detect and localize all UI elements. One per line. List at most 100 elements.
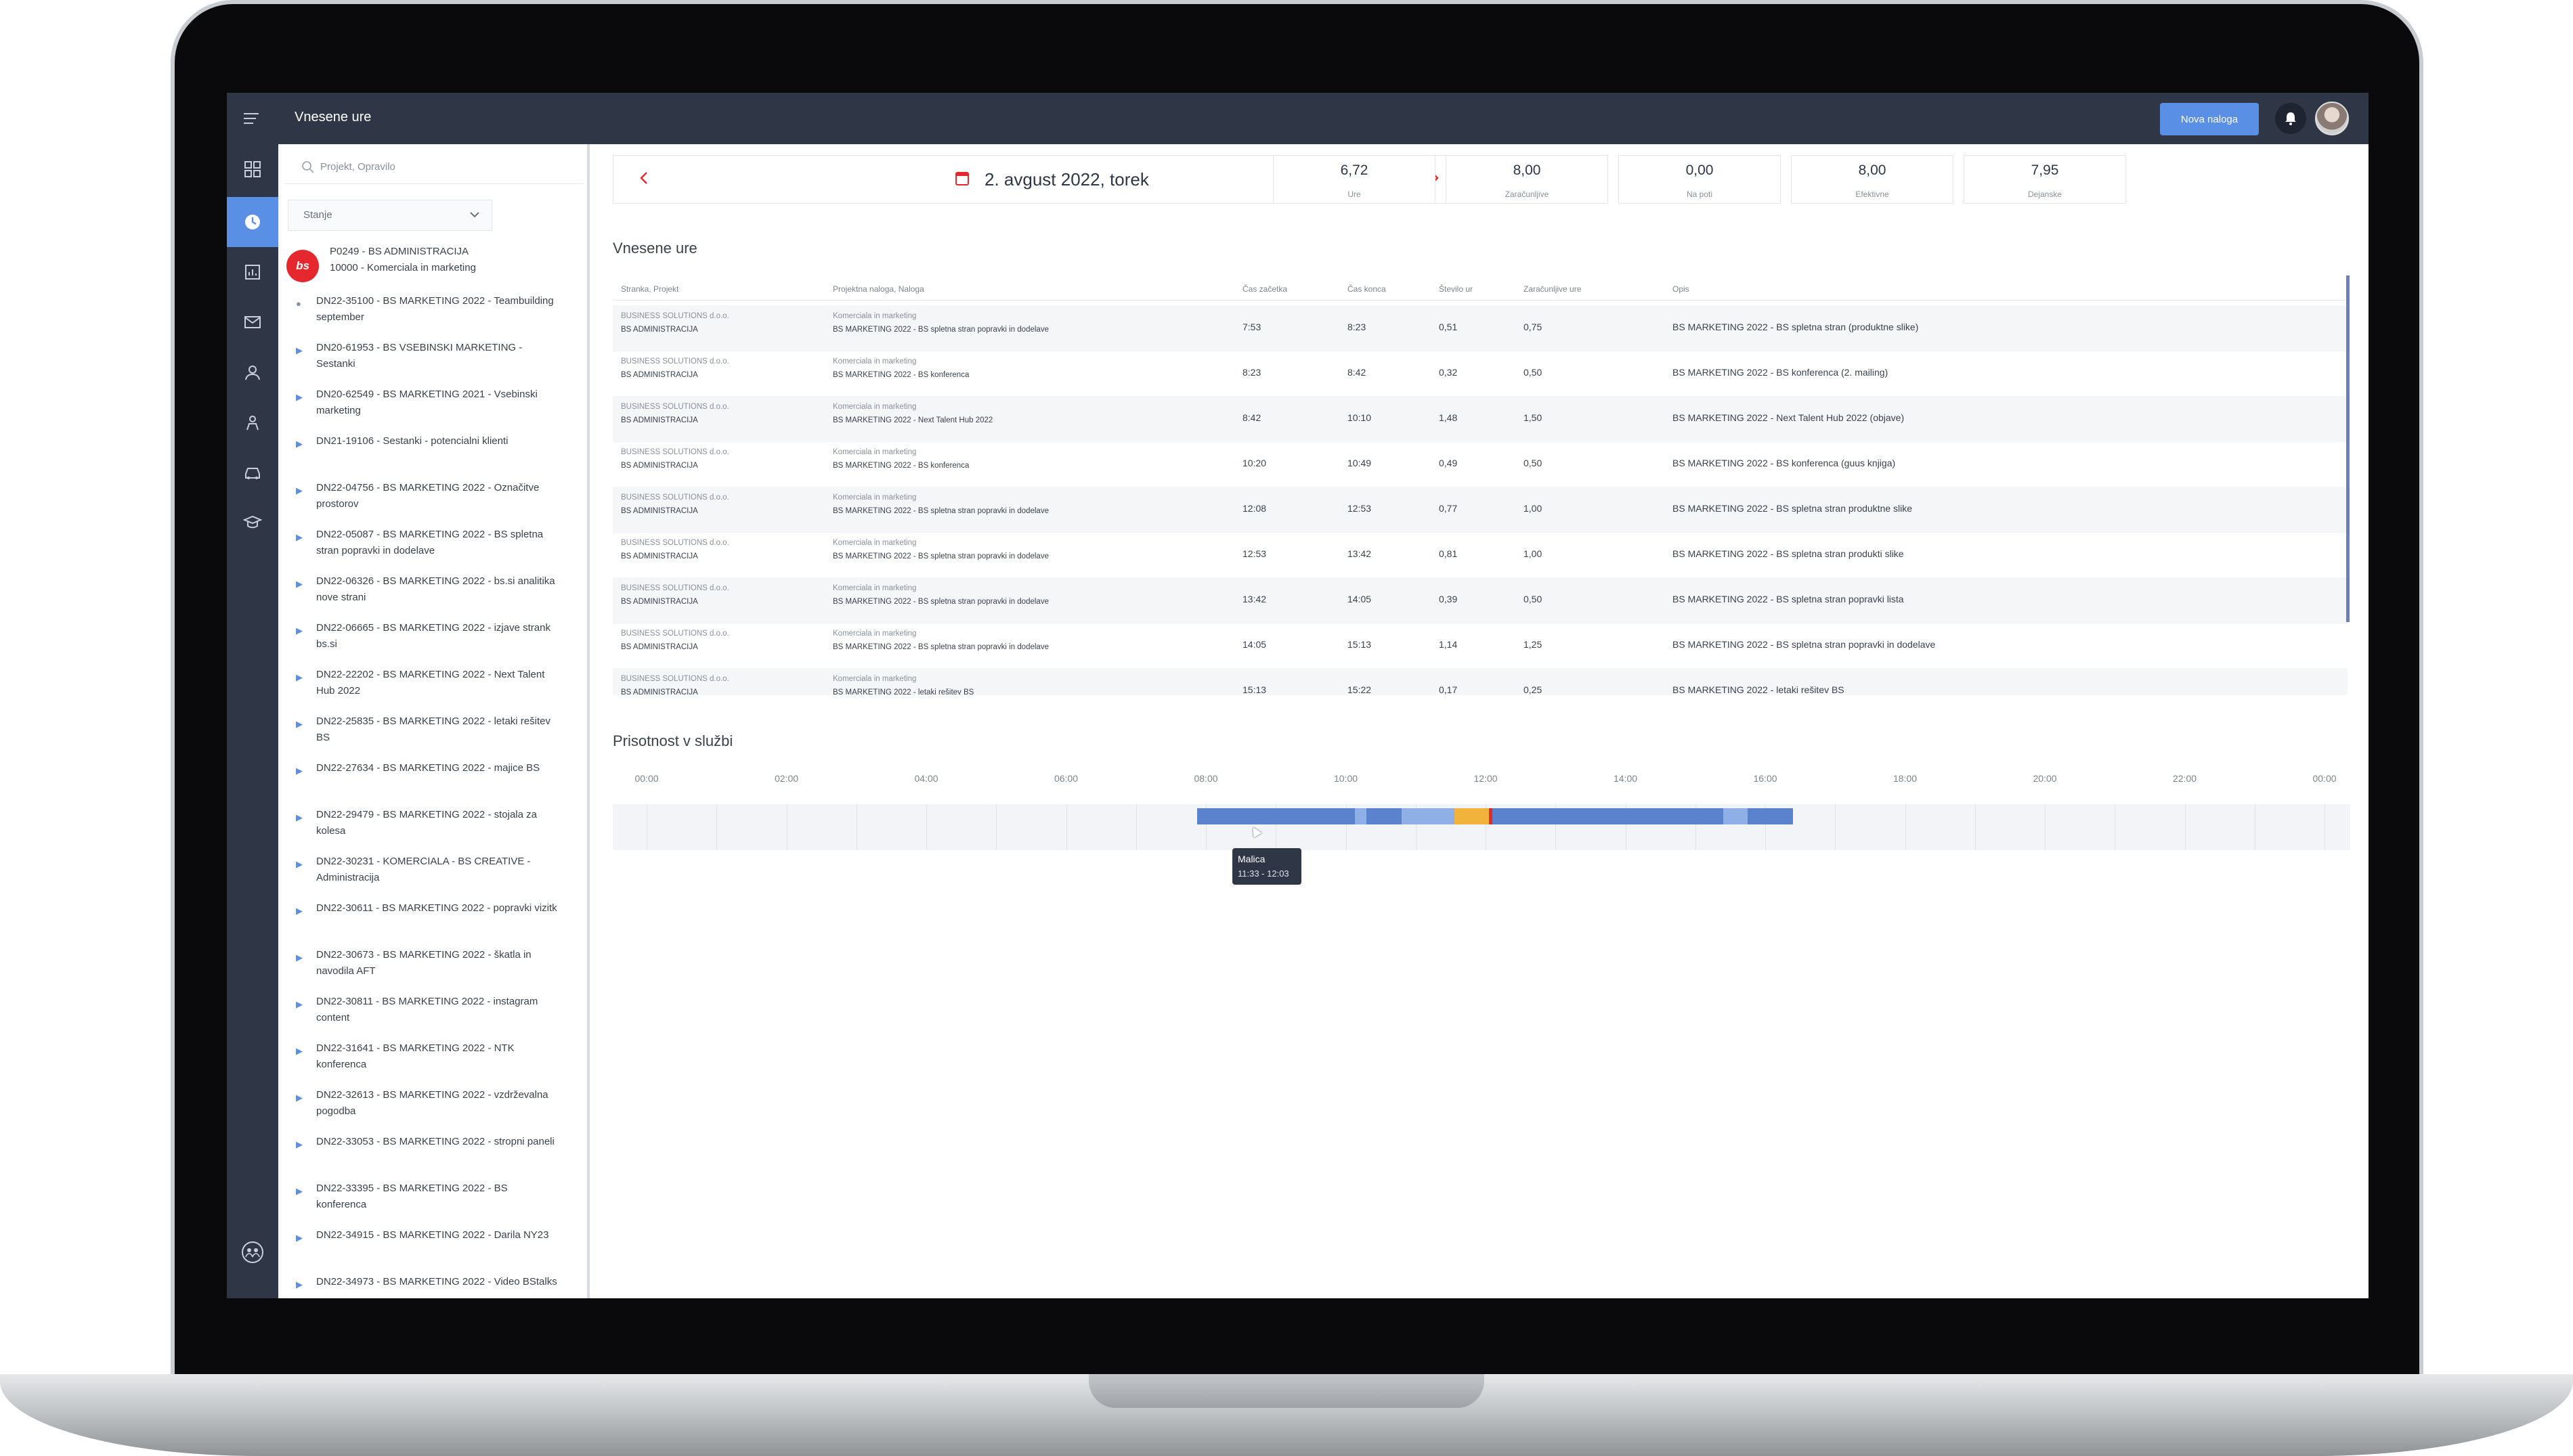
expand-arrow-icon: ▶ [296, 672, 303, 682]
table-row[interactable]: BUSINESS SOLUTIONS d.o.o. BS ADMINISTRACI… [613, 441, 2348, 487]
list-item[interactable]: ▶ DN22-05087 - BS MARKETING 2022 - BS spl… [278, 525, 587, 572]
list-item[interactable]: ▶ DN22-33395 - BS MARKETING 2022 - BS kon… [278, 1179, 587, 1226]
list-item[interactable]: ▶ DN22-22202 - BS MARKETING 2022 - Next T… [278, 665, 587, 712]
notifications-bell-icon[interactable] [2275, 103, 2306, 134]
settings-person-icon[interactable] [227, 397, 278, 447]
cell-task: BS MARKETING 2022 - BS konferenca [833, 462, 970, 470]
cell-task: BS MARKETING 2022 - BS spletna stran pop… [833, 326, 1049, 334]
expand-arrow-icon: ▶ [296, 392, 303, 402]
new-task-button[interactable]: Nova naloga [2160, 103, 2259, 135]
column-header[interactable]: Čas konca [1347, 284, 1386, 294]
column-header[interactable]: Čas začetka [1242, 284, 1287, 294]
timeline-gridline [1905, 804, 1906, 850]
list-item[interactable]: ▶ DN22-30673 - BS MARKETING 2022 - škatla… [278, 946, 587, 992]
column-header[interactable]: Opis [1672, 284, 1689, 294]
presence-segment[interactable] [1723, 808, 1748, 824]
list-item[interactable]: ▶ DN20-62549 - BS MARKETING 2021 - Vsebin… [278, 385, 587, 432]
list-item[interactable]: ▶ DN22-29479 - BS MARKETING 2022 - stojal… [278, 806, 587, 852]
timeline-gridline [926, 804, 927, 850]
list-item[interactable]: ▶ DN22-27634 - BS MARKETING 2022 - majice… [278, 759, 587, 806]
stat-card: 7,95 Dejanske [1964, 155, 2126, 204]
list-item[interactable]: ▶ DN22-33053 - BS MARKETING 2022 - stropn… [278, 1132, 587, 1179]
report-chart-icon[interactable] [227, 247, 278, 297]
school-icon[interactable] [227, 498, 278, 548]
mail-icon[interactable] [227, 297, 278, 347]
column-header[interactable]: Stranka, Projekt [621, 284, 678, 294]
cell-task-group: Komerciala in marketing [833, 448, 917, 456]
cell-start: 14:05 [1242, 639, 1267, 650]
calendar-icon[interactable] [955, 172, 969, 185]
cell-hours: 1,48 [1439, 412, 1458, 423]
list-item[interactable]: ▶ DN22-30231 - KOMERCIALA - BS CREATIVE -… [278, 852, 587, 899]
timeline-hour-label: 18:00 [1893, 773, 1918, 784]
cell-start: 8:42 [1242, 412, 1261, 423]
stat-value: 6,72 [1340, 162, 1368, 178]
expand-arrow-icon: ▶ [296, 1046, 303, 1056]
list-item[interactable]: ▶ DN22-34915 - BS MARKETING 2022 - Darila… [278, 1226, 587, 1273]
user-icon[interactable] [227, 347, 278, 397]
column-header[interactable]: Zaračunljive ure [1523, 284, 1581, 294]
search-field[interactable]: Projekt, Opravilo [285, 151, 583, 184]
list-item[interactable]: ● DN22-35100 - BS MARKETING 2022 - Teambu… [278, 292, 587, 338]
team-icon[interactable] [227, 1227, 278, 1277]
presence-segment[interactable] [1354, 808, 1367, 824]
list-item[interactable]: ▶ DN22-06326 - BS MARKETING 2022 - bs.si … [278, 572, 587, 619]
list-item-label: DN22-30611 - BS MARKETING 2022 - popravk… [316, 902, 557, 914]
table-row[interactable]: BUSINESS SOLUTIONS d.o.o. BS ADMINISTRACI… [613, 351, 2348, 397]
search-placeholder: Projekt, Opravilo [320, 161, 395, 173]
table-row[interactable]: BUSINESS SOLUTIONS d.o.o. BS ADMINISTRACI… [613, 623, 2348, 669]
list-item[interactable]: ▶ DN21-19106 - Sestanki - potencialni kli… [278, 432, 587, 479]
list-item[interactable]: ▶ DN22-30811 - BS MARKETING 2022 - instag… [278, 992, 587, 1039]
column-header[interactable]: Projektna naloga, Naloga [833, 284, 924, 294]
cell-end: 8:23 [1347, 322, 1366, 332]
table-row[interactable]: BUSINESS SOLUTIONS d.o.o. BS ADMINISTRACI… [613, 305, 2348, 351]
presence-segment[interactable] [1454, 808, 1490, 824]
car-icon[interactable] [227, 447, 278, 498]
cell-start: 15:13 [1242, 684, 1267, 695]
entries-table: Stranka, Projekt Projektna naloga, Naloga… [613, 275, 2350, 695]
expand-arrow-icon: ▶ [296, 485, 303, 495]
menu-icon[interactable] [227, 93, 278, 144]
table-row[interactable]: BUSINESS SOLUTIONS d.o.o. BS ADMINISTRACI… [613, 532, 2348, 578]
pinned-project[interactable]: bs P0249 - BS ADMINISTRACIJA 10000 - Kom… [278, 242, 587, 286]
cell-client: BUSINESS SOLUTIONS d.o.o. [621, 539, 729, 547]
list-item[interactable]: ▶ DN22-04756 - BS MARKETING 2022 - Označi… [278, 479, 587, 525]
dashboard-grid-icon[interactable] [227, 144, 278, 194]
clock-icon[interactable] [227, 197, 278, 247]
presence-segment[interactable] [1196, 808, 1355, 824]
stat-card: 6,72 Ure [1273, 155, 1435, 204]
cell-billable: 0,75 [1523, 322, 1542, 332]
list-item[interactable]: ▶ DN22-25835 - BS MARKETING 2022 - letaki… [278, 712, 587, 759]
timeline-gridline [716, 804, 718, 850]
cell-hours: 0,81 [1439, 548, 1458, 559]
avatar[interactable] [2315, 102, 2349, 135]
list-item[interactable]: ▶ DN22-30611 - BS MARKETING 2022 - poprav… [278, 899, 587, 946]
list-item-label: DN22-06665 - BS MARKETING 2022 - izjave … [316, 622, 550, 650]
timeline-gridline [1974, 804, 1976, 850]
cell-project: BS ADMINISTRACIJA [621, 688, 698, 695]
list-item[interactable]: ▶ DN22-34973 - BS MARKETING 2022 - Video … [278, 1273, 587, 1298]
table-row[interactable]: BUSINESS SOLUTIONS d.o.o. BS ADMINISTRACI… [613, 487, 2348, 533]
list-item-label: DN21-19106 - Sestanki - potencialni klie… [316, 435, 509, 447]
table-row[interactable]: BUSINESS SOLUTIONS d.o.o. BS ADMINISTRACI… [613, 396, 2348, 442]
list-item[interactable]: ▶ DN20-61953 - BS VSEBINSKI MARKETING - S… [278, 338, 587, 385]
stat-label: Ure [1347, 190, 1361, 199]
list-item[interactable]: ▶ DN22-32613 - BS MARKETING 2022 - vzdrže… [278, 1086, 587, 1132]
cell-desc: BS MARKETING 2022 - letaki rešitev BS [1672, 684, 1844, 695]
list-item[interactable]: ▶ DN22-31641 - BS MARKETING 2022 - NTK ko… [278, 1039, 587, 1086]
presence-segment[interactable] [1366, 808, 1402, 824]
table-row[interactable]: BUSINESS SOLUTIONS d.o.o. BS ADMINISTRACI… [613, 668, 2348, 695]
presence-segment[interactable] [1748, 808, 1794, 824]
status-select-value: Stanje [303, 209, 332, 221]
expand-arrow-icon: ▶ [296, 952, 303, 963]
table-row[interactable]: BUSINESS SOLUTIONS d.o.o. BS ADMINISTRACI… [613, 577, 2348, 623]
expand-arrow-icon: ▶ [296, 1186, 303, 1196]
cell-billable: 0,50 [1523, 594, 1542, 604]
presence-segment[interactable] [1402, 808, 1454, 824]
presence-segment[interactable] [1492, 808, 1724, 824]
column-header[interactable]: Število ur [1439, 284, 1473, 294]
status-select[interactable]: Stanje [288, 200, 492, 231]
table-scrollbar[interactable] [2346, 275, 2350, 622]
chevron-left-icon[interactable] [634, 168, 654, 188]
list-item[interactable]: ▶ DN22-06665 - BS MARKETING 2022 - izjave… [278, 619, 587, 665]
